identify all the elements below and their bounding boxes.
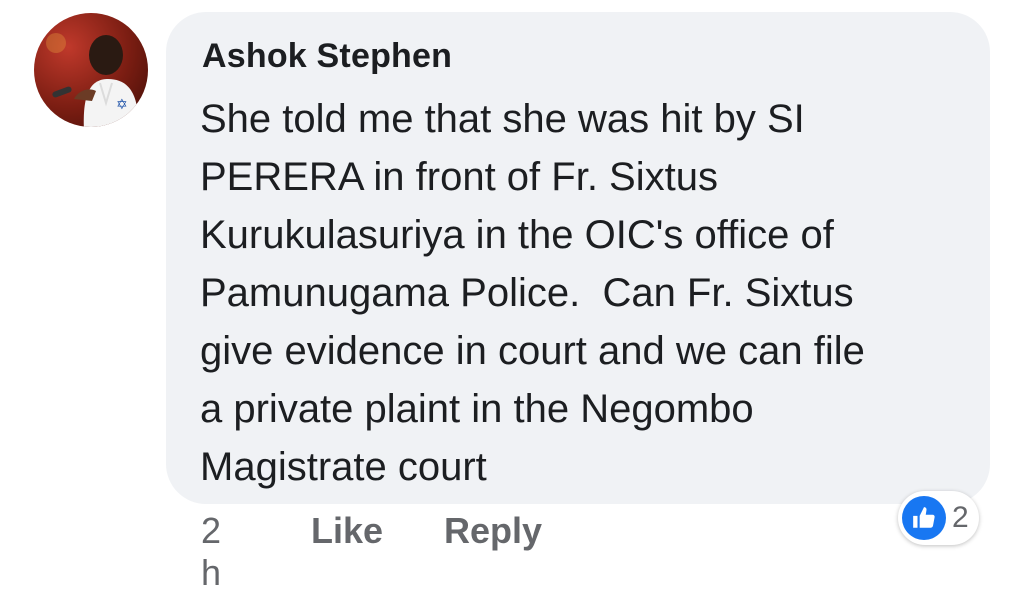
comment-text-line: She told me that she was hit by SI: [200, 97, 805, 141]
comment-timestamp[interactable]: 2 h: [201, 510, 221, 594]
svg-text:✡: ✡: [116, 97, 128, 113]
comment-text-line: give evidence in court and we can file: [200, 329, 865, 373]
reaction-count: 2: [952, 501, 969, 534]
comment-text-line: PERERA in front of Fr. Sixtus: [200, 155, 718, 199]
comment-text-line: Pamunugama Police. Can Fr. Sixtus: [200, 271, 854, 315]
reaction-summary[interactable]: 2: [898, 491, 979, 545]
thumbs-up-icon: [902, 496, 946, 540]
comment-text-line: Magistrate court: [200, 445, 487, 489]
comment-text-line: a private plaint in the Negombo: [200, 387, 754, 431]
avatar[interactable]: ✡: [34, 13, 148, 127]
avatar-photo: ✡: [46, 33, 139, 127]
comment-bubble: Ashok Stephen She told me that she was h…: [166, 12, 990, 504]
comment-author[interactable]: Ashok Stephen: [202, 37, 452, 76]
comment-text: She told me that she was hit by SI PERER…: [200, 90, 980, 496]
comment-text-line: Kurukulasuriya in the OIC's office of: [200, 213, 834, 257]
